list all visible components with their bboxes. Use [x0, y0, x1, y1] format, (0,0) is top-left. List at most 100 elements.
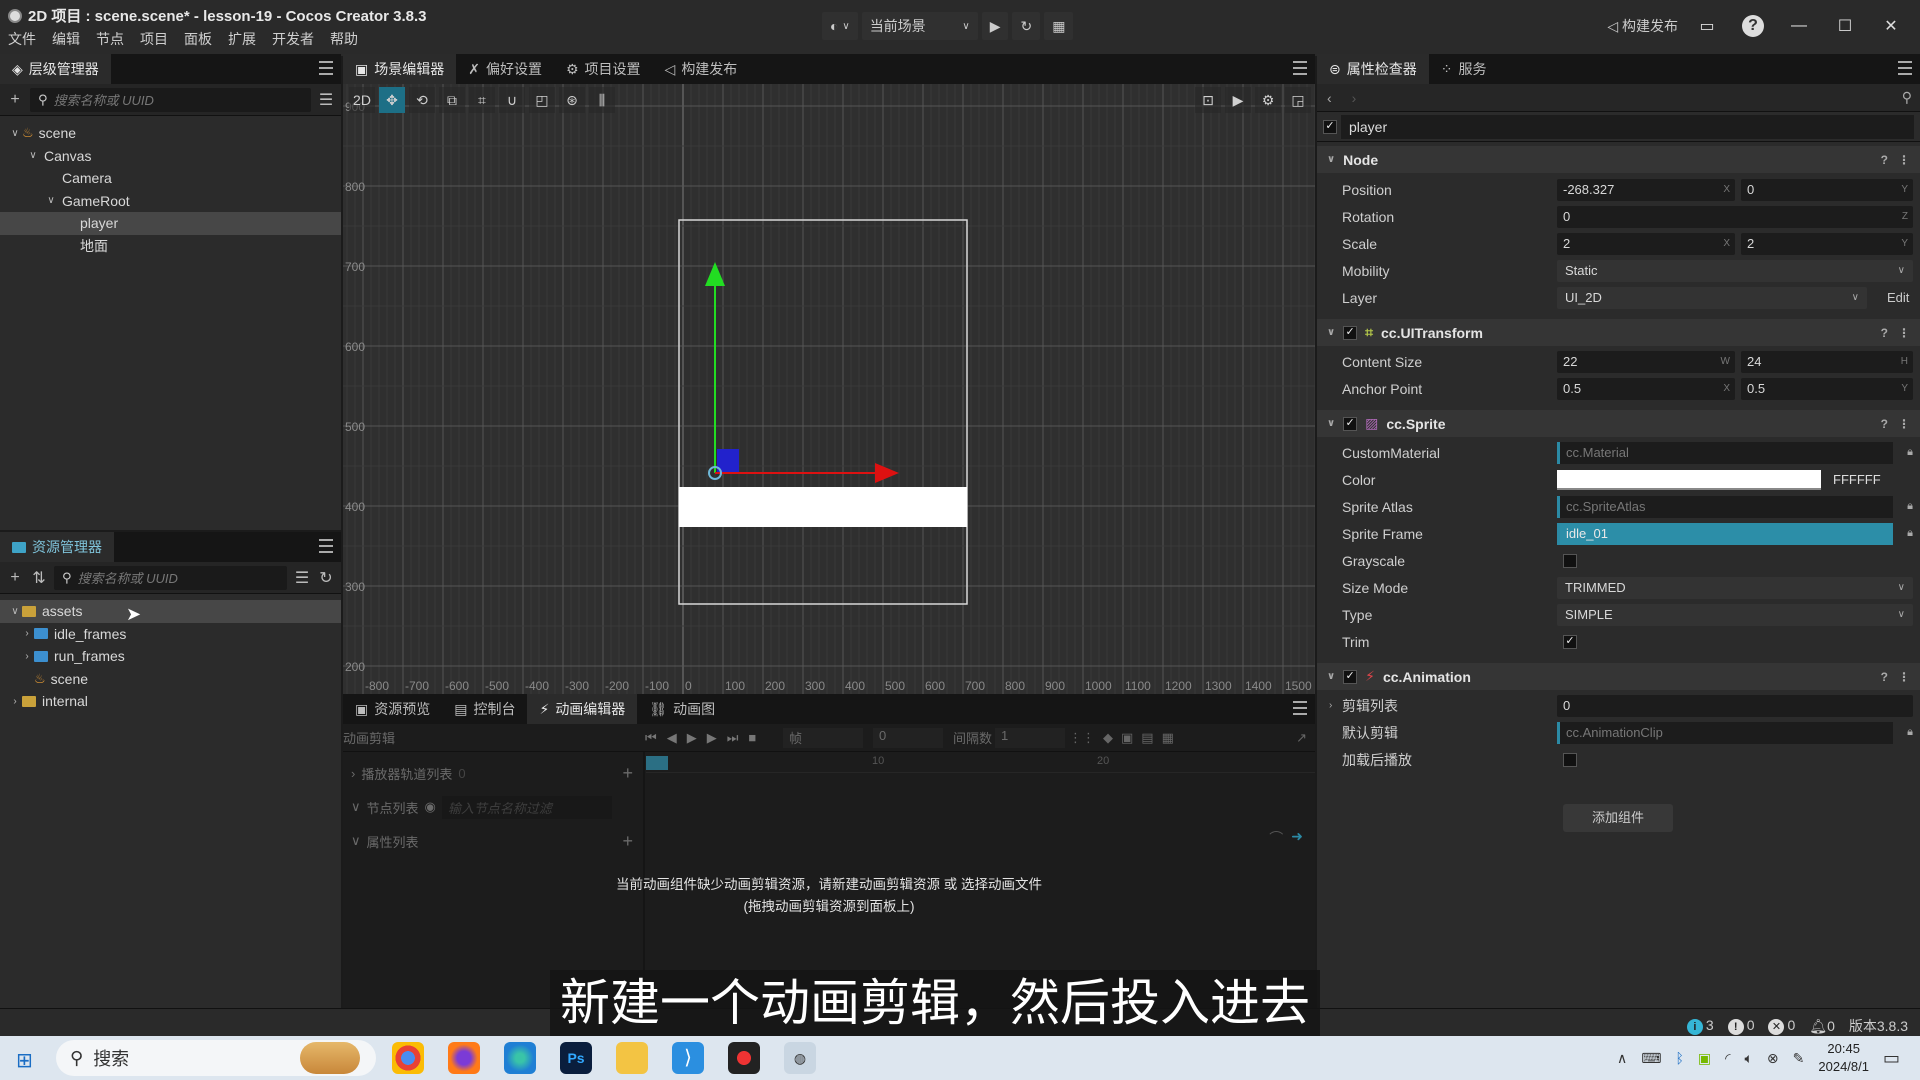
layer-select[interactable]: UI_2D ∨	[1557, 286, 1867, 309]
chrome-icon[interactable]	[392, 1042, 424, 1074]
notification-count[interactable]: 🔔︎0	[1809, 1018, 1835, 1035]
play-on-load-checkbox[interactable]	[1563, 752, 1577, 767]
prev-frame-button[interactable]: ◀	[667, 730, 677, 746]
scale-x-input[interactable]: 2X	[1557, 232, 1735, 255]
list-icon[interactable]: ▤	[1141, 730, 1153, 746]
lock-icon[interactable]: 🔒︎	[1907, 527, 1913, 540]
firefox-icon[interactable]	[448, 1042, 480, 1074]
export-icon[interactable]: ↗	[1296, 730, 1307, 746]
file-explorer-icon[interactable]	[616, 1042, 648, 1074]
settings-button[interactable]: ⚙	[1255, 87, 1281, 113]
animation-enabled-checkbox[interactable]: ✓	[1343, 669, 1358, 684]
node-active-checkbox[interactable]: ✓	[1323, 119, 1337, 134]
properties-section[interactable]: ∨ 属性列表 +	[343, 826, 643, 856]
refresh-button[interactable]: ↻	[1012, 12, 1041, 40]
save-icon[interactable]: ▣	[1121, 730, 1133, 746]
add-asset-button[interactable]: +	[6, 569, 24, 587]
arrow-right-icon[interactable]: ➜	[1291, 828, 1303, 848]
volume-icon[interactable]: 🔈︎	[1745, 1050, 1753, 1067]
panel-menu-icon[interactable]	[1898, 61, 1912, 75]
notification-center-icon[interactable]: ▭	[1883, 1048, 1900, 1069]
more-icon[interactable]: ⋮	[1898, 153, 1910, 167]
chevron-down-icon[interactable]: ∨	[8, 606, 22, 617]
tab-preferences[interactable]: ✗ 偏好设置	[456, 54, 554, 84]
help-icon[interactable]: ?	[1881, 326, 1888, 340]
tab-services[interactable]: ⁘ 服务	[1429, 54, 1499, 84]
input-method-icon[interactable]: ⌨	[1641, 1050, 1661, 1067]
resolution-button[interactable]: ⊡	[1195, 87, 1221, 113]
trim-checkbox[interactable]: ✓	[1563, 634, 1577, 649]
pen-icon[interactable]: ✎	[1793, 1050, 1805, 1067]
menu-panel[interactable]: 面板	[184, 29, 212, 49]
help-button[interactable]: ?	[1736, 15, 1770, 37]
pin-icon[interactable]: ⚲	[1902, 89, 1912, 106]
tree-node-camera[interactable]: Camera	[0, 167, 341, 190]
asset-folder-idle-frames[interactable]: › idle_frames	[0, 623, 341, 646]
hierarchy-search-input[interactable]: ⚲ 搜索名称或 UUID	[30, 87, 311, 112]
bluetooth-icon[interactable]: ᛒ	[1675, 1050, 1683, 1066]
anchor-y-input[interactable]: 0.5 Y	[1741, 377, 1913, 400]
anchor-x-input[interactable]: 0.5 X	[1557, 377, 1735, 400]
nodes-section[interactable]: ∨ 节点列表 ◉ 输入节点名称过滤	[343, 792, 643, 822]
color-swatch[interactable]	[1557, 469, 1821, 490]
chevron-up-icon[interactable]: ∧	[1617, 1050, 1627, 1067]
folder-button[interactable]: ▭	[1690, 16, 1724, 36]
build-publish-button[interactable]: ◁ 构建发布	[1607, 16, 1678, 36]
align-button[interactable]: ⫼	[589, 87, 615, 113]
play-button[interactable]: ▶	[981, 12, 1009, 40]
close-button[interactable]: ✕	[1874, 16, 1908, 36]
grid-icon[interactable]: ⋮⋮	[1069, 730, 1095, 746]
help-icon[interactable]: ?	[1881, 417, 1888, 431]
panel-menu-icon[interactable]	[1293, 701, 1307, 715]
plus-icon[interactable]: +	[622, 831, 633, 852]
default-clip-field[interactable]: cc.AnimationClip 🔒︎	[1557, 721, 1913, 744]
asset-db-assets[interactable]: ∨ assets	[0, 600, 341, 623]
move-tool-button[interactable]: ✥	[379, 87, 405, 113]
tree-node-canvas[interactable]: ∨ Canvas	[0, 145, 341, 168]
sort-button[interactable]: ⇅	[30, 568, 48, 588]
scene-viewport[interactable]: 1500140013001200110010009008007006005004…	[343, 84, 1315, 694]
tab-assets[interactable]: 资源管理器	[0, 532, 114, 562]
snap-tool-button[interactable]: ∪	[499, 87, 525, 113]
more-icon[interactable]: ⋮	[1898, 417, 1910, 431]
lock-icon[interactable]: 🔒︎	[1907, 500, 1913, 513]
stop-button[interactable]: ■	[748, 730, 756, 746]
network-error-icon[interactable]: ⊗	[1767, 1050, 1779, 1067]
size-mode-select[interactable]: TRIMMED ∨	[1557, 576, 1913, 599]
rect-tool-button[interactable]: ⌗	[469, 87, 495, 113]
tree-node-scene[interactable]: ∨ ♨ scene	[0, 122, 341, 145]
node-section-header[interactable]: ∨ Node ? ⋮	[1317, 146, 1920, 173]
panel-menu-icon[interactable]	[319, 539, 333, 553]
sprite-enabled-checkbox[interactable]: ✓	[1343, 416, 1358, 431]
chevron-down-icon[interactable]: ∨	[26, 150, 40, 161]
grayscale-checkbox[interactable]	[1563, 553, 1577, 568]
tree-node-gameroot[interactable]: ∨ GameRoot	[0, 190, 341, 213]
error-count[interactable]: ✕ 0	[1768, 1017, 1795, 1035]
panel-menu-icon[interactable]	[319, 61, 333, 75]
scale-tool-button[interactable]: ⧉	[439, 87, 465, 113]
pivot-button[interactable]: ◰	[529, 87, 555, 113]
tracks-section[interactable]: › 播放器轨道列表 0 +	[343, 758, 643, 788]
asset-scene[interactable]: ♨ scene	[0, 668, 341, 691]
rotation-input[interactable]: 0Z	[1557, 205, 1913, 228]
photoshop-icon[interactable]: Ps	[560, 1042, 592, 1074]
jump-last-button[interactable]: ⏭	[727, 730, 739, 746]
forward-button[interactable]: ›	[1352, 90, 1357, 106]
obs-icon[interactable]	[728, 1042, 760, 1074]
nvidia-icon[interactable]: ▣	[1698, 1050, 1711, 1067]
curve-icon[interactable]: ⌒	[1269, 828, 1283, 848]
tab-animation-editor[interactable]: ⚡ 动画编辑器	[527, 694, 638, 724]
sprite-atlas-field[interactable]: cc.SpriteAtlas 🔒︎	[1557, 495, 1913, 518]
warning-count[interactable]: ! 0	[1727, 1017, 1754, 1035]
qrcode-button[interactable]: ▦	[1044, 12, 1074, 40]
content-height-input[interactable]: 24 H	[1741, 350, 1913, 373]
assets-search-input[interactable]: ⚲ 搜索名称或 UUID	[54, 565, 287, 590]
time-unit-select[interactable]: 帧	[783, 727, 863, 748]
add-node-button[interactable]: +	[6, 91, 24, 109]
chevron-right-icon[interactable]: ›	[20, 628, 34, 639]
collapse-all-button[interactable]: ☰	[317, 90, 335, 110]
help-icon[interactable]: ?	[1881, 153, 1888, 167]
local-global-button[interactable]: ⊛	[559, 87, 585, 113]
cocos-dashboard-icon[interactable]: ◍	[784, 1042, 816, 1074]
asset-db-internal[interactable]: › internal	[0, 690, 341, 713]
